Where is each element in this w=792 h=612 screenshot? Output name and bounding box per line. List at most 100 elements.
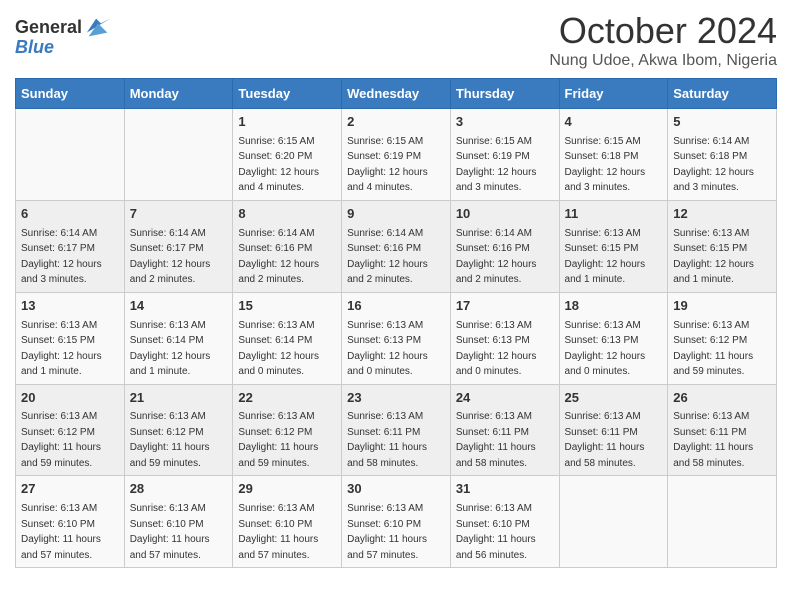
logo-text: General	[15, 18, 82, 38]
day-info: Sunrise: 6:13 AMSunset: 6:10 PMDaylight:…	[130, 503, 210, 561]
day-info: Sunrise: 6:13 AMSunset: 6:14 PMDaylight:…	[130, 320, 211, 378]
day-number: 17	[456, 297, 554, 316]
day-info: Sunrise: 6:13 AMSunset: 6:10 PMDaylight:…	[21, 503, 101, 561]
day-number: 28	[130, 480, 228, 499]
calendar-cell: 31 Sunrise: 6:13 AMSunset: 6:10 PMDayligh…	[450, 476, 559, 568]
day-number: 25	[565, 389, 663, 408]
calendar-cell: 1 Sunrise: 6:15 AMSunset: 6:20 PMDaylight…	[233, 109, 342, 201]
day-info: Sunrise: 6:13 AMSunset: 6:15 PMDaylight:…	[565, 228, 646, 286]
day-number: 4	[565, 113, 663, 132]
logo: General Blue	[15, 14, 112, 58]
calendar-cell: 29Sunrise: 6:13 AMSunset: 6:10 PMDayligh…	[233, 476, 342, 568]
day-number: 18	[565, 297, 663, 316]
header-wednesday: Wednesday	[342, 79, 451, 109]
header-monday: Monday	[124, 79, 233, 109]
logo-icon	[84, 14, 112, 42]
calendar-cell: 6Sunrise: 6:14 AMSunset: 6:17 PMDaylight…	[16, 200, 125, 292]
header-thursday: Thursday	[450, 79, 559, 109]
day-info: Sunrise: 6:13 AMSunset: 6:13 PMDaylight:…	[565, 320, 646, 378]
day-info: Sunrise: 6:13 AMSunset: 6:11 PMDaylight:…	[565, 411, 645, 469]
calendar-cell: 12 Sunrise: 6:13 AMSunset: 6:15 PMDayligh…	[668, 200, 777, 292]
day-number: 22	[238, 389, 336, 408]
day-number: 2	[347, 113, 445, 132]
day-info: Sunrise: 6:15 AMSunset: 6:19 PMDaylight:…	[347, 136, 428, 194]
day-info: Sunrise: 6:14 AMSunset: 6:18 PMDaylight:…	[673, 136, 754, 194]
day-number: 21	[130, 389, 228, 408]
day-info: Sunrise: 6:13 AMSunset: 6:15 PMDaylight:…	[21, 320, 102, 378]
day-info: Sunrise: 6:13 AMSunset: 6:12 PMDaylight:…	[238, 411, 318, 469]
calendar-cell: 7 Sunrise: 6:14 AMSunset: 6:17 PMDaylight…	[124, 200, 233, 292]
day-number: 3	[456, 113, 554, 132]
calendar-cell: 20 Sunrise: 6:13 AMSunset: 6:12 PMDayligh…	[16, 384, 125, 476]
day-info: Sunrise: 6:14 AMSunset: 6:17 PMDaylight:…	[130, 228, 211, 286]
day-number: 24	[456, 389, 554, 408]
calendar-cell: 11 Sunrise: 6:13 AMSunset: 6:15 PMDayligh…	[559, 200, 668, 292]
title-area: October 2024 Nung Udoe, Akwa Ibom, Niger…	[549, 10, 777, 70]
calendar-cell: 22 Sunrise: 6:13 AMSunset: 6:12 PMDayligh…	[233, 384, 342, 476]
day-info: Sunrise: 6:13 AMSunset: 6:12 PMDaylight:…	[21, 411, 101, 469]
header-saturday: Saturday	[668, 79, 777, 109]
day-info: Sunrise: 6:13 AMSunset: 6:13 PMDaylight:…	[456, 320, 537, 378]
calendar-cell: 13 Sunrise: 6:13 AMSunset: 6:15 PMDayligh…	[16, 292, 125, 384]
calendar-week-row: 27 Sunrise: 6:13 AMSunset: 6:10 PMDayligh…	[16, 476, 777, 568]
calendar-cell: 26Sunrise: 6:13 AMSunset: 6:11 PMDayligh…	[668, 384, 777, 476]
calendar-cell	[559, 476, 668, 568]
calendar-header-row: SundayMondayTuesdayWednesdayThursdayFrid…	[16, 79, 777, 109]
calendar-cell: 17 Sunrise: 6:13 AMSunset: 6:13 PMDayligh…	[450, 292, 559, 384]
header-sunday: Sunday	[16, 79, 125, 109]
calendar-cell: 21 Sunrise: 6:13 AMSunset: 6:12 PMDayligh…	[124, 384, 233, 476]
day-number: 31	[456, 480, 554, 499]
calendar-cell: 14Sunrise: 6:13 AMSunset: 6:14 PMDayligh…	[124, 292, 233, 384]
calendar-cell: 19Sunrise: 6:13 AMSunset: 6:12 PMDayligh…	[668, 292, 777, 384]
month-title: October 2024	[549, 10, 777, 52]
day-number: 1	[238, 113, 336, 132]
day-info: Sunrise: 6:15 AMSunset: 6:18 PMDaylight:…	[565, 136, 646, 194]
calendar-cell: 2 Sunrise: 6:15 AMSunset: 6:19 PMDaylight…	[342, 109, 451, 201]
calendar-cell: 24Sunrise: 6:13 AMSunset: 6:11 PMDayligh…	[450, 384, 559, 476]
day-info: Sunrise: 6:13 AMSunset: 6:15 PMDaylight:…	[673, 228, 754, 286]
day-info: Sunrise: 6:14 AMSunset: 6:16 PMDaylight:…	[456, 228, 537, 286]
day-number: 16	[347, 297, 445, 316]
calendar-cell: 25 Sunrise: 6:13 AMSunset: 6:11 PMDayligh…	[559, 384, 668, 476]
day-number: 12	[673, 205, 771, 224]
day-number: 20	[21, 389, 119, 408]
calendar-cell: 18 Sunrise: 6:13 AMSunset: 6:13 PMDayligh…	[559, 292, 668, 384]
location-title: Nung Udoe, Akwa Ibom, Nigeria	[549, 52, 777, 70]
day-info: Sunrise: 6:13 AMSunset: 6:11 PMDaylight:…	[347, 411, 427, 469]
day-number: 11	[565, 205, 663, 224]
calendar-cell	[668, 476, 777, 568]
day-info: Sunrise: 6:13 AMSunset: 6:12 PMDaylight:…	[673, 320, 753, 378]
day-info: Sunrise: 6:13 AMSunset: 6:14 PMDaylight:…	[238, 320, 319, 378]
day-number: 30	[347, 480, 445, 499]
calendar-cell: 28 Sunrise: 6:13 AMSunset: 6:10 PMDayligh…	[124, 476, 233, 568]
calendar-cell: 4 Sunrise: 6:15 AMSunset: 6:18 PMDaylight…	[559, 109, 668, 201]
day-info: Sunrise: 6:15 AMSunset: 6:20 PMDaylight:…	[238, 136, 319, 194]
calendar-cell	[16, 109, 125, 201]
day-info: Sunrise: 6:13 AMSunset: 6:10 PMDaylight:…	[238, 503, 318, 561]
day-info: Sunrise: 6:15 AMSunset: 6:19 PMDaylight:…	[456, 136, 537, 194]
day-number: 15	[238, 297, 336, 316]
header-friday: Friday	[559, 79, 668, 109]
page-header: General Blue October 2024 Nung Udoe, Akw…	[15, 10, 777, 70]
calendar-week-row: 20 Sunrise: 6:13 AMSunset: 6:12 PMDayligh…	[16, 384, 777, 476]
calendar-cell: 3 Sunrise: 6:15 AMSunset: 6:19 PMDaylight…	[450, 109, 559, 201]
header-tuesday: Tuesday	[233, 79, 342, 109]
day-info: Sunrise: 6:14 AMSunset: 6:16 PMDaylight:…	[238, 228, 319, 286]
day-number: 13	[21, 297, 119, 316]
day-number: 7	[130, 205, 228, 224]
day-info: Sunrise: 6:13 AMSunset: 6:10 PMDaylight:…	[347, 503, 427, 561]
calendar-cell	[124, 109, 233, 201]
day-number: 6	[21, 205, 119, 224]
calendar-cell: 16 Sunrise: 6:13 AMSunset: 6:13 PMDayligh…	[342, 292, 451, 384]
calendar-cell: 9Sunrise: 6:14 AMSunset: 6:16 PMDaylight…	[342, 200, 451, 292]
day-info: Sunrise: 6:13 AMSunset: 6:12 PMDaylight:…	[130, 411, 210, 469]
day-info: Sunrise: 6:13 AMSunset: 6:10 PMDaylight:…	[456, 503, 536, 561]
day-number: 27	[21, 480, 119, 499]
calendar-cell: 15 Sunrise: 6:13 AMSunset: 6:14 PMDayligh…	[233, 292, 342, 384]
calendar-cell: 23Sunrise: 6:13 AMSunset: 6:11 PMDayligh…	[342, 384, 451, 476]
day-number: 10	[456, 205, 554, 224]
calendar-cell: 8Sunrise: 6:14 AMSunset: 6:16 PMDaylight…	[233, 200, 342, 292]
day-info: Sunrise: 6:13 AMSunset: 6:13 PMDaylight:…	[347, 320, 428, 378]
day-info: Sunrise: 6:14 AMSunset: 6:16 PMDaylight:…	[347, 228, 428, 286]
calendar-week-row: 1 Sunrise: 6:15 AMSunset: 6:20 PMDaylight…	[16, 109, 777, 201]
